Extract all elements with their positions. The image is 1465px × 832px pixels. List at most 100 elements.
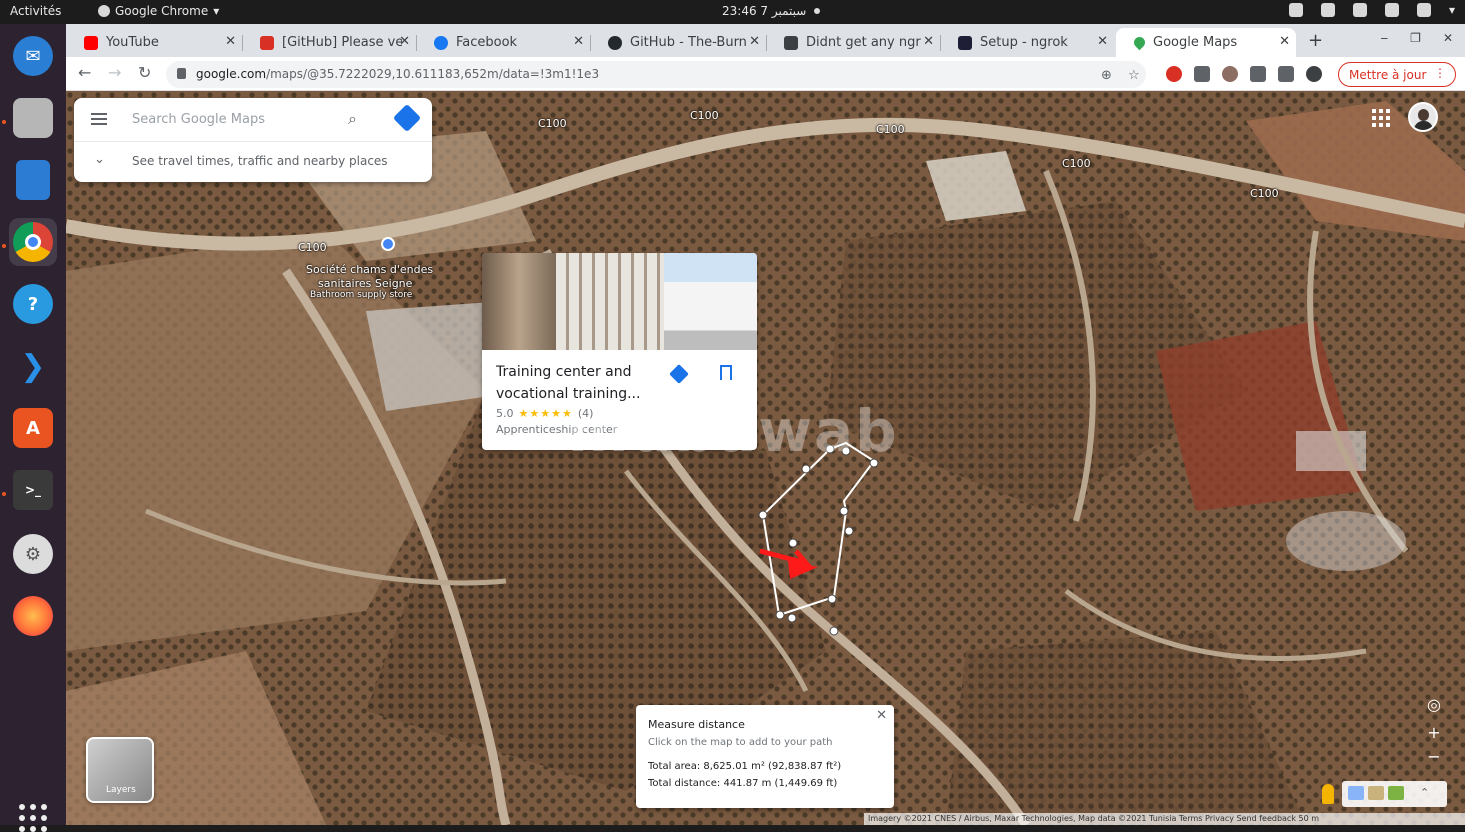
tab-github-verify[interactable]: [GitHub] Please ve ✕	[242, 28, 416, 57]
install-app-icon[interactable]: ⊕	[1101, 68, 1112, 83]
tab-facebook[interactable]: Facebook ✕	[416, 28, 590, 57]
extensions-puzzle-icon[interactable]	[1250, 66, 1266, 82]
extension-avatar-icon[interactable]	[1222, 66, 1238, 82]
hamburger-menu-icon[interactable]	[91, 113, 107, 125]
help-icon: ?	[13, 284, 53, 324]
close-tab-icon[interactable]: ✕	[225, 34, 236, 49]
maps-pin-icon	[1131, 34, 1148, 51]
tab-ngrok-question[interactable]: Didnt get any ngr ✕	[766, 28, 940, 57]
imagery-thumbnail[interactable]	[1388, 786, 1404, 800]
search-input[interactable]: Search Google Maps	[132, 112, 265, 127]
battery-icon[interactable]	[1416, 3, 1431, 17]
more-menu-icon: ⋮	[1434, 66, 1446, 80]
satellite-map[interactable]: C100 C100 C100 C100 C100 C100 Société ch…	[66, 91, 1465, 825]
address-bar[interactable]: google.com/maps/@35.7222029,10.611183,65…	[166, 61, 1146, 88]
back-arrow-icon[interactable]: ←	[78, 63, 91, 82]
map-controls: ◎ + −	[1421, 695, 1447, 775]
system-tray[interactable]: ▾	[1288, 3, 1455, 17]
imagery-thumbnail[interactable]	[1348, 786, 1364, 800]
tab-ngrok-setup[interactable]: Setup - ngrok ✕	[940, 28, 1114, 57]
zoom-in-button[interactable]: +	[1421, 723, 1447, 742]
app-menu[interactable]: Google Chrome ▾	[98, 4, 219, 18]
shield-icon[interactable]	[1288, 3, 1303, 17]
watermark: mubawab	[568, 397, 899, 465]
dock-files[interactable]	[9, 94, 57, 142]
close-tab-icon[interactable]: ✕	[749, 34, 760, 49]
facebook-icon	[434, 35, 448, 50]
dock-writer[interactable]	[9, 156, 57, 204]
url-text[interactable]: google.com/maps/@35.7222029,10.611183,65…	[196, 67, 599, 81]
send-icon	[784, 35, 798, 50]
close-icon[interactable]: ✕	[876, 708, 887, 723]
imagery-strip[interactable]: ⌃	[1342, 781, 1447, 807]
update-button[interactable]: Mettre à jour ⋮	[1338, 62, 1456, 87]
directions-icon[interactable]	[392, 103, 422, 133]
app-menu-label: Google Chrome	[115, 4, 209, 18]
profile-icon[interactable]	[1306, 66, 1322, 82]
activities-button[interactable]: Activités	[10, 4, 61, 18]
layers-button[interactable]: Layers	[86, 737, 154, 803]
expand-up-icon[interactable]: ⌃	[1420, 786, 1429, 800]
clock[interactable]: 23:46 7 سبتمبر	[722, 4, 821, 18]
poi-category: Bathroom supply store	[310, 290, 413, 300]
clock-text: 23:46 7 سبتمبر	[722, 4, 807, 18]
youtube-icon	[84, 35, 98, 50]
bookmark-star-icon[interactable]: ☆	[1128, 68, 1140, 83]
close-tab-icon[interactable]: ✕	[573, 34, 584, 49]
minimize-icon[interactable]: ‒	[1381, 31, 1389, 45]
close-tab-icon[interactable]: ✕	[1097, 34, 1108, 49]
place-photos[interactable]	[482, 253, 757, 350]
github-icon	[608, 35, 622, 50]
reading-list-icon[interactable]	[1278, 66, 1294, 82]
imagery-thumbnail[interactable]	[1368, 786, 1384, 800]
new-tab-button[interactable]: +	[1308, 30, 1323, 51]
close-window-icon[interactable]: ✕	[1443, 31, 1453, 45]
dock-terminal[interactable]: >_	[9, 466, 57, 514]
wifi-icon[interactable]	[1352, 3, 1367, 17]
forward-arrow-icon[interactable]: →	[108, 63, 121, 82]
power-menu-caret-icon[interactable]: ▾	[1449, 3, 1455, 17]
measure-hint: Click on the map to add to your path	[648, 737, 833, 748]
volume-icon[interactable]	[1384, 3, 1399, 17]
poi-marker-icon[interactable]	[381, 237, 395, 251]
poi-label[interactable]: sanitaires Seigne	[318, 277, 412, 290]
account-avatar[interactable]	[1408, 102, 1438, 132]
road-label: C100	[690, 109, 719, 122]
close-tab-icon[interactable]: ✕	[399, 34, 410, 49]
directions-icon[interactable]	[669, 364, 689, 384]
zoom-out-button[interactable]: −	[1421, 747, 1447, 766]
my-location-icon[interactable]: ◎	[1421, 695, 1447, 714]
rating-stars-icon: ★★★★★	[518, 407, 573, 420]
tab-strip: YouTube ✕ [GitHub] Please ve ✕ Facebook …	[66, 24, 1465, 57]
dock-software[interactable]: A	[9, 404, 57, 452]
cast-icon[interactable]	[1194, 66, 1210, 82]
dock-settings[interactable]: ⚙	[9, 530, 57, 578]
dock-firefox[interactable]	[9, 592, 57, 640]
reload-icon[interactable]: ↻	[138, 63, 151, 82]
dock-vscode[interactable]: ❯	[9, 342, 57, 390]
google-apps-icon[interactable]	[1372, 109, 1390, 127]
tab-github-repo[interactable]: GitHub - The-Burn ✕	[590, 28, 766, 57]
thunderbird-icon: ✉	[13, 36, 53, 76]
extension-red-icon[interactable]	[1166, 66, 1182, 82]
place-photo[interactable]	[482, 253, 556, 350]
show-applications-icon[interactable]	[19, 804, 47, 832]
save-bookmark-icon[interactable]	[720, 365, 732, 380]
chrome-icon	[13, 222, 53, 262]
maximize-icon[interactable]: ❐	[1410, 31, 1421, 45]
measure-distance-panel: Measure distance Click on the map to add…	[636, 705, 894, 808]
street-view-pegman-icon[interactable]	[1322, 784, 1334, 804]
search-icon[interactable]: ⌕	[348, 109, 357, 129]
place-photo[interactable]	[556, 253, 664, 350]
place-photo[interactable]	[664, 253, 757, 350]
tab-youtube[interactable]: YouTube ✕	[66, 28, 242, 57]
tab-google-maps[interactable]: Google Maps ✕	[1116, 28, 1296, 57]
dock-thunderbird[interactable]: ✉	[9, 32, 57, 80]
dock-help[interactable]: ?	[9, 280, 57, 328]
dock-chrome[interactable]	[9, 218, 57, 266]
close-tab-icon[interactable]: ✕	[923, 34, 934, 49]
travel-times-row[interactable]: ⌄ See travel times, traffic and nearby p…	[74, 142, 432, 182]
close-tab-icon[interactable]: ✕	[1279, 34, 1290, 49]
poi-label[interactable]: Société chams d'endes	[306, 263, 433, 276]
vpn-icon[interactable]	[1320, 3, 1335, 17]
